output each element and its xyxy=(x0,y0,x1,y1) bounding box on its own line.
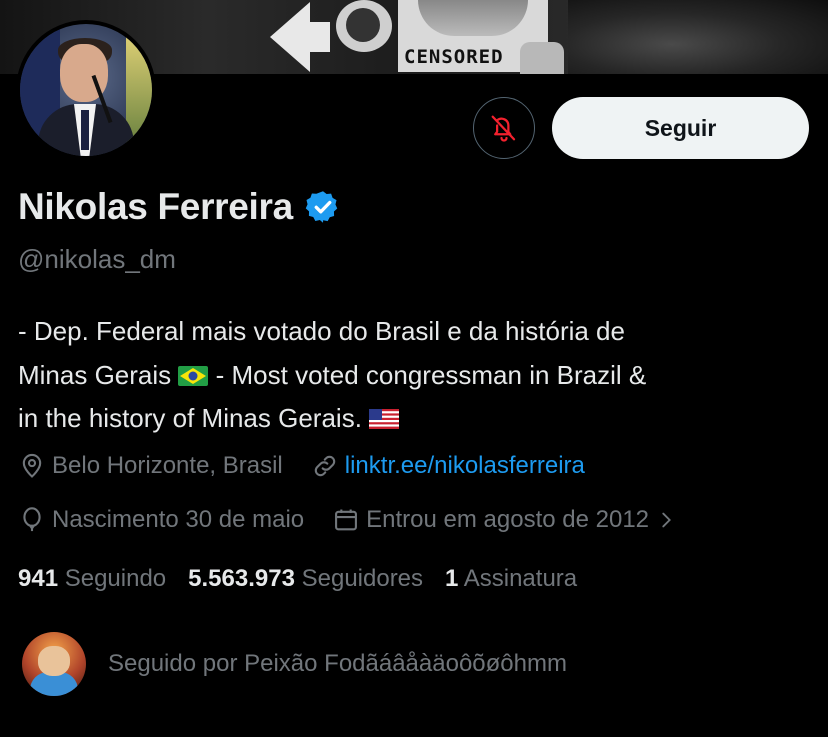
following-count: 941 xyxy=(18,565,59,592)
location-pin-icon xyxy=(22,453,42,478)
link-icon xyxy=(314,455,335,477)
following-label: Seguindo xyxy=(64,565,167,592)
bio-line-1: - Dep. Federal mais votado do Brasil e d… xyxy=(18,316,625,346)
chevron-right-icon[interactable] xyxy=(655,509,677,531)
usa-flag-icon xyxy=(369,409,400,429)
subscriptions-stat[interactable]: 1 Assinatura xyxy=(445,565,577,593)
followers-count: 5.563.973 xyxy=(188,565,295,592)
censored-text: CENSORED xyxy=(404,46,504,68)
followed-by-row[interactable]: Seguido por Peixão Fodãáâåàäoôõøôhmm xyxy=(22,632,567,696)
bio-line-3: in the history of Minas Gerais. xyxy=(18,397,808,441)
follow-button[interactable]: Seguir xyxy=(552,97,809,159)
following-stat[interactable]: 941 Seguindo xyxy=(18,565,166,593)
bio-line-2: Minas Gerais - Most voted congressman in… xyxy=(18,354,808,398)
profile-handle: @nikolas_dm xyxy=(18,244,176,274)
profile-name-row: Nikolas Ferreira xyxy=(18,186,341,228)
profile-meta-row-1: Belo Horizonte, Brasil linktr.ee/nikolas… xyxy=(18,452,613,480)
website-item[interactable]: linktr.ee/nikolasferreira xyxy=(311,452,585,480)
muted-bell-icon xyxy=(491,115,516,142)
joined-text: Entrou em agosto de 2012 xyxy=(366,506,650,533)
joined-item[interactable]: Entrou em agosto de 2012 xyxy=(332,506,677,534)
location-item: Belo Horizonte, Brasil xyxy=(18,452,283,480)
follow-stats: 941 Seguindo 5.563.973 Seguidores 1 Assi… xyxy=(18,565,599,593)
birthday-text: Nascimento 30 de maio xyxy=(52,506,305,533)
bio-line-2-start: Minas Gerais xyxy=(18,359,172,390)
birthday-item: Nascimento 30 de maio xyxy=(18,506,304,534)
brazil-emblem-graphic xyxy=(336,0,392,52)
subscriptions-count: 1 xyxy=(445,565,459,592)
follower-avatar[interactable] xyxy=(22,632,86,696)
profile-avatar[interactable] xyxy=(16,20,156,160)
hand-graphic xyxy=(520,42,564,74)
brazil-flag-icon xyxy=(178,365,209,386)
profile-meta-row-2: Nascimento 30 de maio Entrou em agosto d… xyxy=(18,506,677,534)
bio-line-2-end: - Most voted congressman in Brazil & xyxy=(215,359,647,390)
calendar-icon xyxy=(335,509,358,531)
subscriptions-label: Assinatura xyxy=(463,565,578,592)
verified-badge-icon[interactable] xyxy=(305,189,341,225)
followers-label: Seguidores xyxy=(301,565,424,592)
followers-stat[interactable]: 5.563.973 Seguidores xyxy=(188,565,423,593)
banner-background-texture xyxy=(568,0,828,74)
location-text: Belo Horizonte, Brasil xyxy=(52,452,283,479)
bio-line-3-text: in the history of Minas Gerais. xyxy=(18,403,362,433)
mute-notifications-button[interactable] xyxy=(473,97,535,159)
profile-name: Nikolas Ferreira xyxy=(18,186,293,227)
website-link[interactable]: linktr.ee/nikolasferreira xyxy=(345,452,585,480)
arrow-graphic xyxy=(270,2,330,72)
profile-bio: - Dep. Federal mais votado do Brasil e d… xyxy=(18,310,808,441)
balloon-icon xyxy=(23,507,41,532)
followed-by-text: Seguido por Peixão Fodãáâåàäoôõøôhmm xyxy=(108,650,567,677)
